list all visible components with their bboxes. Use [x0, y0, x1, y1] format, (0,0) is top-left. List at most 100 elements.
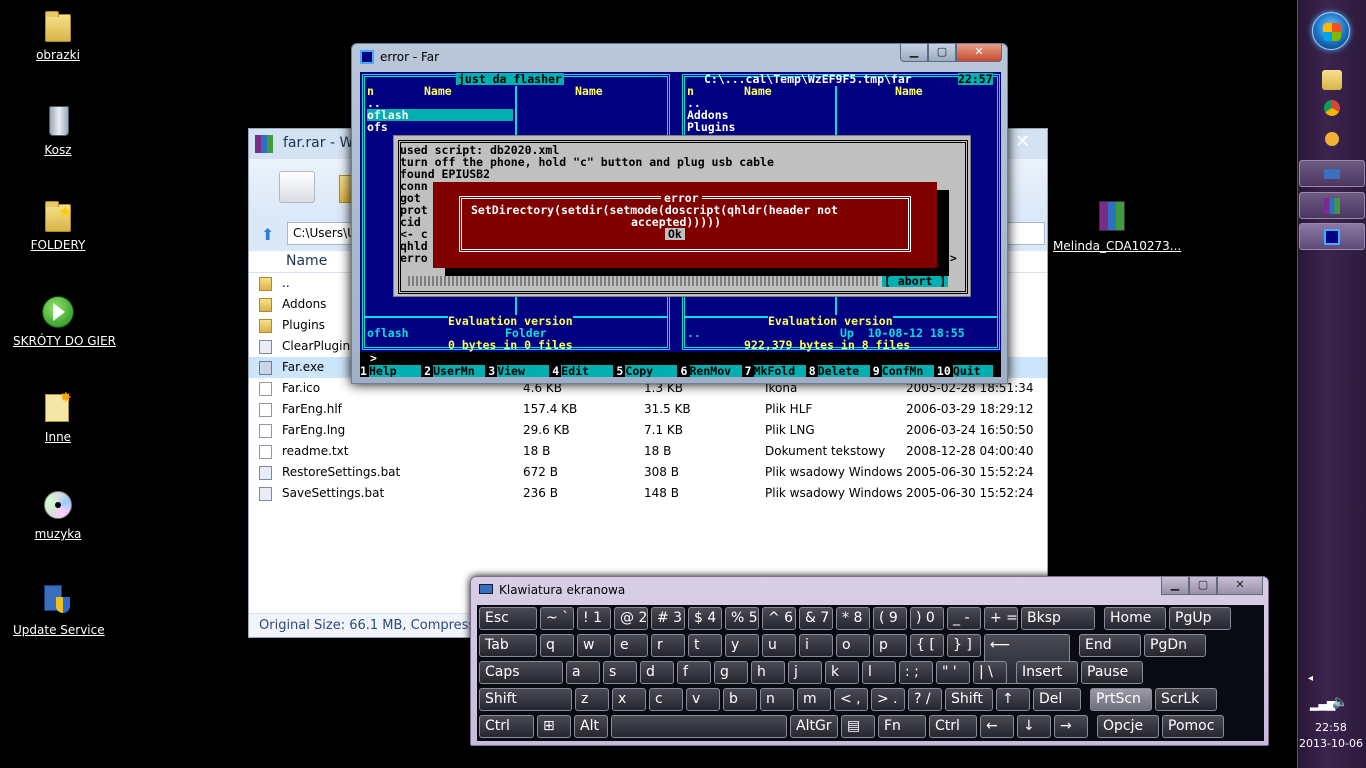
key[interactable]: h — [751, 661, 785, 684]
key[interactable]: Home — [1104, 607, 1166, 630]
key[interactable]: x — [612, 688, 646, 711]
key[interactable]: b — [723, 688, 757, 711]
abort-button[interactable]: [ abort ] — [882, 275, 949, 287]
add-archive-icon[interactable] — [279, 171, 315, 203]
key[interactable]: Esc — [479, 607, 537, 630]
file-row[interactable]: readme.txt 18 B 18 B Dokument tekstowy 2008-… — [249, 441, 1047, 462]
desktop-icon-skroty[interactable]: SKRÓTY DO GIER — [13, 294, 116, 348]
key[interactable]: ← — [980, 715, 1014, 738]
key[interactable]: k — [825, 661, 859, 684]
key[interactable]: d — [640, 661, 674, 684]
taskbar-far-button[interactable] — [1299, 223, 1365, 250]
desktop-icon-update-service[interactable]: Update Service — [13, 583, 105, 637]
key[interactable]: f — [677, 661, 711, 684]
key[interactable]: PgDn — [1144, 634, 1206, 657]
fkey-renmov[interactable]: RenMov — [689, 365, 742, 377]
key[interactable]: u — [762, 634, 796, 657]
left-item-selected[interactable]: oflash — [367, 109, 513, 121]
fkey-view[interactable]: View — [497, 365, 550, 377]
fkey-edit[interactable]: Edit — [561, 365, 614, 377]
key[interactable]: Del — [1033, 688, 1081, 711]
desktop-icon-muzyka[interactable]: muzyka — [13, 487, 103, 541]
key[interactable]: + = — [984, 607, 1018, 630]
key[interactable]: } ] — [947, 634, 981, 657]
maximize-button[interactable]: ▢ — [1189, 577, 1217, 595]
up-arrow-icon[interactable]: ⬆ — [261, 225, 274, 244]
key[interactable]: Ctrl — [929, 715, 977, 738]
key[interactable]: : ; — [899, 661, 933, 684]
key[interactable]: c — [649, 688, 683, 711]
app-pin-icon[interactable] — [1325, 132, 1339, 146]
key[interactable]: Caps — [479, 661, 563, 684]
key[interactable]: * 8 — [836, 607, 870, 630]
desktop-icon-obrazki[interactable]: obrazki — [13, 8, 103, 62]
key[interactable]: ( 9 — [873, 607, 907, 630]
file-row[interactable]: FarEng.lng 29.6 KB 7.1 KB Plik LNG 2006-03-2… — [249, 420, 1047, 441]
file-row[interactable]: RestoreSettings.bat 672 B 308 B Plik wsadow… — [249, 462, 1047, 483]
key[interactable]: ! 1 — [577, 607, 611, 630]
column-name[interactable]: Name — [286, 253, 327, 269]
key[interactable]: @ 2 — [614, 607, 648, 630]
close-button[interactable]: ✕ — [956, 44, 1002, 62]
key[interactable]: v — [686, 688, 720, 711]
far-console[interactable]: just da flasher C:\...cal\Temp\WzEF9F5.t… — [360, 72, 1001, 377]
fkey-usermn[interactable]: UserMn — [433, 365, 486, 377]
start-button[interactable] — [1312, 12, 1350, 50]
key[interactable]: r — [651, 634, 685, 657]
key[interactable]: Shift — [479, 688, 572, 711]
chrome-pin-icon[interactable] — [1324, 100, 1340, 116]
key[interactable]: q — [540, 634, 574, 657]
file-row[interactable]: FarEng.hlf 157.4 KB 31.5 KB Plik HLF 2006-03… — [249, 399, 1047, 420]
fkey-help[interactable]: Help — [369, 365, 421, 377]
right-item[interactable]: Plugins — [687, 121, 735, 133]
taskbar-osk-button[interactable] — [1299, 160, 1365, 187]
key[interactable]: p — [873, 634, 907, 657]
key[interactable]: w — [577, 634, 611, 657]
key[interactable]: % 5 — [725, 607, 759, 630]
show-hidden-icons[interactable]: ◂ — [1308, 673, 1313, 684]
key[interactable]: ^ 6 — [762, 607, 796, 630]
ok-button[interactable]: Ok — [665, 228, 685, 240]
fkey-confmn[interactable]: ConfMn — [881, 365, 934, 377]
key[interactable]: z — [575, 688, 609, 711]
key[interactable]: o — [836, 634, 870, 657]
key[interactable]: End — [1079, 634, 1141, 657]
key[interactable]: AltGr — [790, 715, 838, 738]
fkey-delete[interactable]: Delete — [817, 365, 870, 377]
key[interactable]: Bksp — [1021, 607, 1095, 630]
key[interactable]: { [ — [910, 634, 944, 657]
taskbar-winrar-button[interactable] — [1299, 192, 1365, 219]
key[interactable]: Opcje — [1097, 715, 1159, 738]
command-line[interactable]: > — [360, 352, 1001, 364]
minimize-button[interactable]: ▁ — [900, 44, 928, 62]
maximize-button[interactable]: ▢ — [928, 44, 956, 62]
key[interactable]: Tab — [479, 634, 537, 657]
explorer-pin-icon[interactable] — [1322, 70, 1342, 90]
key[interactable]: < , — [834, 688, 868, 711]
key[interactable]: t — [688, 634, 722, 657]
key[interactable] — [611, 715, 787, 738]
key[interactable]: m — [797, 688, 831, 711]
close-button[interactable]: ✕ — [1217, 577, 1263, 595]
fkey-mkfold[interactable]: MkFold — [753, 365, 806, 377]
key[interactable]: Pause — [1081, 661, 1143, 684]
desktop-icon-melinda[interactable]: Melinda_CDA10273... — [1053, 199, 1181, 253]
key[interactable]: a — [566, 661, 600, 684]
key[interactable]: Pomoc — [1162, 715, 1224, 738]
key[interactable]: ~ ` — [540, 607, 574, 630]
key[interactable]: ⊞ — [537, 715, 571, 738]
key[interactable]: | \ — [973, 661, 1007, 684]
clock[interactable]: 22:58 2013-10-06 — [1298, 720, 1364, 752]
key[interactable]: ▤ — [841, 715, 875, 738]
key[interactable]: & 7 — [799, 607, 833, 630]
key[interactable]: ScrLk — [1155, 688, 1217, 711]
key[interactable]: ? / — [908, 688, 942, 711]
left-item[interactable]: ofs — [367, 121, 388, 133]
key[interactable]: " ' — [936, 661, 970, 684]
volume-icon[interactable]: 🔈 — [1332, 695, 1348, 710]
file-row[interactable]: SaveSettings.bat 236 B 148 B Plik wsadowy W… — [249, 483, 1047, 504]
key[interactable]: → — [1054, 715, 1088, 738]
key[interactable]: Fn — [878, 715, 926, 738]
key[interactable]: y — [725, 634, 759, 657]
fkey-copy[interactable]: Copy — [625, 365, 678, 377]
